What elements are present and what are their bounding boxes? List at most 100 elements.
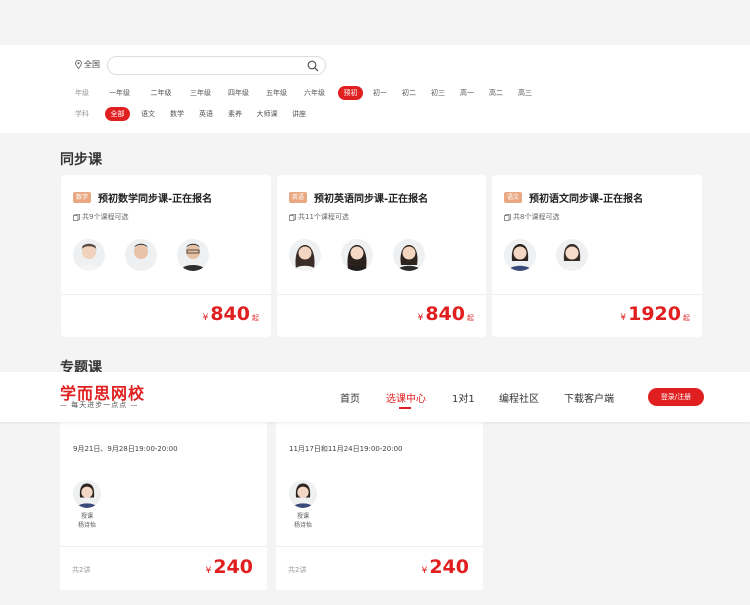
price-currency: ¥ xyxy=(421,566,428,576)
price-currency: ¥ xyxy=(620,313,627,323)
special-course-card[interactable]: 9月21日、9月28日19:00-20:00 授课 杨诗怡 共2讲 ¥ 240 xyxy=(60,422,267,590)
section-title-special: 专题课 xyxy=(60,360,102,372)
sync-course-card[interactable]: 英语 预初英语同步课-正在报名 共11个课程可选 ¥ 840 起 xyxy=(277,175,486,337)
course-count-label: 共9个课程可选 xyxy=(82,213,129,221)
course-price: ¥ 1920 起 xyxy=(620,303,690,325)
location-pin-icon xyxy=(75,60,82,69)
course-price: ¥ 840 起 xyxy=(418,303,474,325)
teacher-avatar[interactable] xyxy=(341,239,373,271)
teacher-avatar[interactable] xyxy=(73,239,105,271)
course-schedule: 9月21日、9月28日19:00-20:00 xyxy=(73,445,178,453)
sync-course-card[interactable]: 语文 预初语文同步课-正在报名 共8个课程可选 ¥ 1920 起 xyxy=(492,175,702,337)
subject-chip[interactable]: 语文 xyxy=(138,107,158,121)
course-title[interactable]: 预初语文同步课-正在报名 xyxy=(529,190,643,205)
lesson-count: 共2讲 xyxy=(288,566,307,574)
teacher-avatar[interactable] xyxy=(177,239,209,271)
grade-filter-row: 年级 一年级 二年级 三年级 四年级 五年级 六年级 预初 初一 初二 初三 高… xyxy=(75,86,535,100)
course-price: ¥ 240 xyxy=(422,556,469,578)
teacher-info: 授课 杨诗怡 xyxy=(72,480,102,530)
course-count: 共8个课程可选 xyxy=(504,212,559,222)
price-currency: ¥ xyxy=(205,566,212,576)
teacher-avatar[interactable] xyxy=(393,239,425,271)
subject-filter-row: 学科 全部 语文 数学 英语 素养 大师课 讲座 xyxy=(75,107,309,121)
search-input[interactable] xyxy=(107,56,326,75)
teacher-avatars xyxy=(289,239,425,271)
grade-chip[interactable]: 四年级 xyxy=(224,86,253,100)
location-selector[interactable]: 全国 xyxy=(75,59,100,70)
teacher-avatar[interactable] xyxy=(289,480,317,508)
login-register-button[interactable]: 登录/注册 xyxy=(648,388,704,406)
teacher-avatar[interactable] xyxy=(289,239,321,271)
copy-icon xyxy=(73,213,80,221)
grade-chip[interactable]: 三年级 xyxy=(186,86,215,100)
price-currency: ¥ xyxy=(202,313,209,323)
card-divider xyxy=(492,294,702,295)
nav-item-course-center[interactable]: 选课中心 xyxy=(386,390,426,405)
course-count-label: 共11个课程可选 xyxy=(298,213,349,221)
teacher-avatar[interactable] xyxy=(504,239,536,271)
teacher-role: 授课 xyxy=(80,513,93,520)
price-suffix: 起 xyxy=(467,314,474,322)
price-suffix: 起 xyxy=(683,314,690,322)
teacher-info: 授课 杨诗怡 xyxy=(288,480,318,530)
special-course-card[interactable]: 11月17日和11月24日19:00-20:00 授课 杨诗怡 共2讲 ¥ 24… xyxy=(276,422,483,590)
teacher-name: 杨诗怡 xyxy=(293,522,312,529)
grade-chip[interactable]: 初二 xyxy=(399,86,419,100)
card-divider xyxy=(60,546,267,547)
course-title[interactable]: 预初数学同步课-正在报名 xyxy=(98,190,212,205)
course-title[interactable]: 预初英语同步课-正在报名 xyxy=(314,190,428,205)
location-label: 全国 xyxy=(84,60,100,69)
subject-chip[interactable]: 数学 xyxy=(167,107,187,121)
subject-chip[interactable]: 素养 xyxy=(225,107,245,121)
grade-chip[interactable]: 初三 xyxy=(428,86,448,100)
subject-filter-label: 学科 xyxy=(75,110,89,118)
teacher-name: 杨诗怡 xyxy=(77,522,96,529)
price-suffix: 起 xyxy=(252,314,259,322)
grade-chip[interactable]: 五年级 xyxy=(262,86,291,100)
nav-item-download-client[interactable]: 下载客户端 xyxy=(564,390,614,405)
nav-item-coding-community[interactable]: 编程社区 xyxy=(499,390,539,405)
subject-chip[interactable]: 大师课 xyxy=(253,107,281,121)
price-value: 840 xyxy=(210,303,250,325)
grade-chip[interactable]: 高三 xyxy=(515,86,535,100)
sync-course-card[interactable]: 数学 预初数学同步课-正在报名 共9个课程可选 ¥ 840 起 xyxy=(61,175,271,337)
subject-badge: 语文 xyxy=(504,192,523,203)
grade-chip-active[interactable]: 预初 xyxy=(338,86,363,100)
subject-chip[interactable]: 英语 xyxy=(196,107,216,121)
course-price: ¥ 840 起 xyxy=(203,303,259,325)
course-count: 共11个课程可选 xyxy=(289,212,349,222)
grade-chip[interactable]: 高一 xyxy=(457,86,477,100)
price-value: 840 xyxy=(425,303,465,325)
card-divider xyxy=(276,546,483,547)
teacher-avatar[interactable] xyxy=(556,239,588,271)
grade-chip[interactable]: 高二 xyxy=(486,86,506,100)
grade-chip[interactable]: 初一 xyxy=(370,86,390,100)
teacher-avatars xyxy=(504,239,588,271)
course-count-label: 共8个课程可选 xyxy=(513,213,560,221)
subject-chip[interactable]: 讲座 xyxy=(289,107,309,121)
copy-icon xyxy=(289,213,296,221)
teacher-avatars xyxy=(73,239,209,271)
grade-chip[interactable]: 二年级 xyxy=(142,86,180,100)
teacher-avatar[interactable] xyxy=(125,239,157,271)
teacher-avatar[interactable] xyxy=(73,480,101,508)
card-divider xyxy=(61,294,271,295)
grade-chip[interactable]: 六年级 xyxy=(300,86,329,100)
grade-filter-label: 年级 xyxy=(75,89,89,97)
price-value: 1920 xyxy=(628,303,681,325)
subject-badge: 英语 xyxy=(289,192,308,203)
subject-chip-active[interactable]: 全部 xyxy=(105,107,130,121)
grade-chip[interactable]: 一年级 xyxy=(105,86,134,100)
copy-icon xyxy=(504,213,511,221)
lesson-count: 共2讲 xyxy=(72,566,91,574)
site-slogan: — 每天进步一点点 — xyxy=(60,401,139,409)
nav-item-one-on-one[interactable]: 1对1 xyxy=(452,390,475,405)
card-divider xyxy=(277,294,486,295)
price-value: 240 xyxy=(429,556,469,578)
course-price: ¥ 240 xyxy=(206,556,253,578)
price-value: 240 xyxy=(213,556,253,578)
nav-item-home[interactable]: 首页 xyxy=(340,390,360,405)
price-currency: ¥ xyxy=(417,313,424,323)
search-icon[interactable] xyxy=(307,60,319,72)
teacher-role: 授课 xyxy=(296,513,309,520)
